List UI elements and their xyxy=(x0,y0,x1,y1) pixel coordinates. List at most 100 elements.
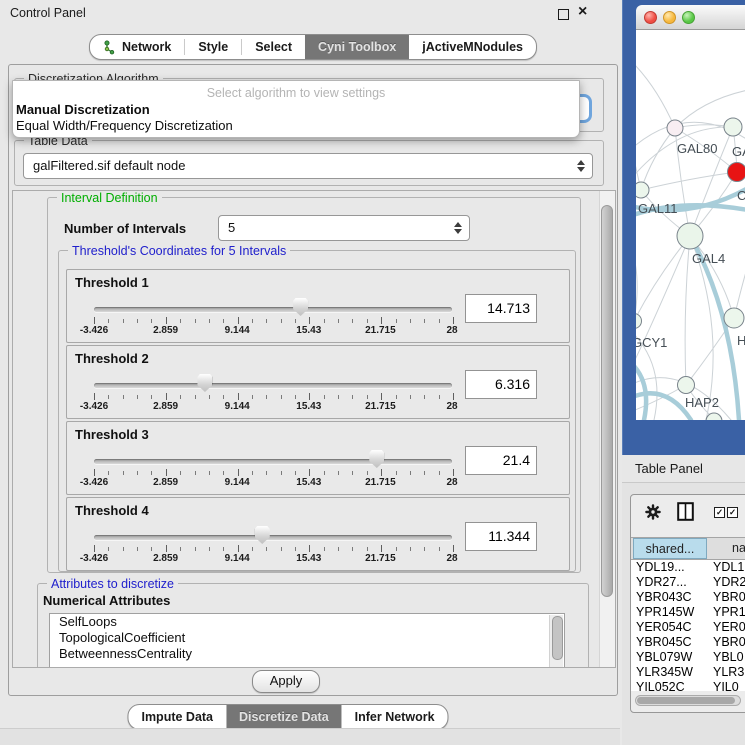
tick-mark xyxy=(453,393,454,400)
tab-label: Cyni Toolbox xyxy=(318,40,396,54)
threshold-slider-thumb[interactable] xyxy=(255,526,270,544)
tick-mark xyxy=(266,471,267,475)
tick-mark xyxy=(381,545,382,552)
tick-mark xyxy=(238,545,239,552)
tick-mark xyxy=(151,547,152,551)
threshold-value-field[interactable]: 21.4 xyxy=(465,446,537,475)
network-node[interactable] xyxy=(728,163,745,182)
threshold-slider-thumb[interactable] xyxy=(197,374,212,392)
tick-mark xyxy=(309,317,310,324)
table-row[interactable]: YBR043CYBR0 xyxy=(631,590,745,605)
column-header-name[interactable]: na xyxy=(708,538,745,559)
threshold-value-field[interactable]: 6.316 xyxy=(465,370,537,399)
cell-name: YDR2 xyxy=(713,575,745,590)
num-intervals-label: Number of Intervals xyxy=(64,221,186,236)
zoom-window-icon[interactable] xyxy=(682,11,695,24)
tick-mark xyxy=(410,319,411,323)
network-node[interactable] xyxy=(636,182,649,198)
tick-label: -3.426 xyxy=(80,477,108,488)
attribute-item[interactable]: BetweennessCentrality xyxy=(50,646,564,662)
tab-cyni-toolbox[interactable]: Cyni Toolbox xyxy=(305,35,409,59)
threshold-slider-track[interactable] xyxy=(94,307,452,312)
table-row[interactable]: YDL19...YDL1 xyxy=(631,560,745,575)
tick-mark xyxy=(123,547,124,551)
tick-mark xyxy=(108,395,109,399)
network-view-canvas[interactable]: GAL80GAGAL11CGAL4GCY1HHAP2 xyxy=(636,30,745,420)
tick-mark xyxy=(381,317,382,324)
threshold-value-field[interactable]: 14.713 xyxy=(465,294,537,323)
tick-mark xyxy=(396,471,397,475)
minimize-window-icon[interactable] xyxy=(663,11,676,24)
threshold-slider-track[interactable] xyxy=(94,459,452,464)
network-node[interactable] xyxy=(667,120,683,136)
tab-style[interactable]: Style xyxy=(185,35,241,59)
threshold-slider-thumb[interactable] xyxy=(293,298,308,316)
table-settings-button[interactable] xyxy=(645,504,661,520)
numerical-attributes-list[interactable]: SelfLoopsTopologicalCoefficientBetweenne… xyxy=(49,613,565,668)
tick-mark xyxy=(123,471,124,475)
table-data-combobox[interactable]: galFiltered.sif default node xyxy=(23,153,593,179)
tick-mark xyxy=(352,319,353,323)
column-layout-button[interactable] xyxy=(677,502,694,521)
network-node[interactable] xyxy=(678,377,695,394)
num-intervals-combobox[interactable]: 5 xyxy=(218,215,470,241)
cell-name: YLR3 xyxy=(713,665,744,680)
table-row[interactable]: YDR27...YDR2 xyxy=(631,575,745,590)
settings-scrollbar-thumb[interactable] xyxy=(601,205,613,597)
tick-mark xyxy=(151,319,152,323)
dropdown-option-equal-width-frequency-discretization[interactable]: Equal Width/Frequency Discretization xyxy=(13,118,579,134)
network-node[interactable] xyxy=(677,223,703,249)
tab-select[interactable]: Select xyxy=(242,35,305,59)
tick-mark xyxy=(352,547,353,551)
tick-label: 9.144 xyxy=(225,325,250,336)
spinner-icon xyxy=(454,222,462,234)
network-node[interactable] xyxy=(636,314,642,329)
network-node-labels: GAL80GAGAL11CGAL4GCY1HHAP2 xyxy=(636,141,745,410)
close-window-icon[interactable] xyxy=(644,11,657,24)
table-row[interactable]: YIL052CYIL0 xyxy=(631,680,745,691)
attributes-scrollbar[interactable] xyxy=(549,615,563,668)
network-node-label: GA xyxy=(732,144,745,159)
table-row[interactable]: YLR345WYLR3 xyxy=(631,665,745,680)
table-row[interactable]: YER054CYER0 xyxy=(631,620,745,635)
cell-name: YBR0 xyxy=(713,635,745,650)
bottom-tab-discretize-data[interactable]: Discretize Data xyxy=(226,705,342,729)
network-window-titlebar[interactable] xyxy=(636,5,745,30)
column-header-shared-name[interactable]: shared... xyxy=(633,538,707,559)
attribute-item[interactable]: SelfLoops xyxy=(50,614,564,630)
threshold-slider-thumb[interactable] xyxy=(369,450,384,468)
network-graph[interactable]: GAL80GAGAL11CGAL4GCY1HHAP2 xyxy=(636,30,745,420)
tick-mark xyxy=(252,471,253,475)
table-row[interactable]: YBR045CYBR0 xyxy=(631,635,745,650)
network-node[interactable] xyxy=(724,308,744,328)
table-row[interactable]: YBL079WYBL0 xyxy=(631,650,745,665)
tick-label: 2.859 xyxy=(153,325,178,336)
close-icon[interactable]: × xyxy=(578,3,587,21)
cell-shared-name: YPR145W xyxy=(636,605,694,620)
attribute-item[interactable]: TopologicalCoefficient xyxy=(50,630,564,646)
tick-label: 15.43 xyxy=(296,477,321,488)
table-horizontal-scrollbar[interactable] xyxy=(635,695,741,706)
bottom-tab-infer-network[interactable]: Infer Network xyxy=(342,705,448,729)
checkbox-icon[interactable]: ✓ xyxy=(714,507,725,518)
bottom-tab-impute-data[interactable]: Impute Data xyxy=(128,705,226,729)
tab-network[interactable]: Network xyxy=(90,35,184,59)
threshold-value-field[interactable]: 11.344 xyxy=(465,522,537,551)
checkbox-icon[interactable]: ✓ xyxy=(727,507,738,518)
tab-jactivemnodules[interactable]: jActiveMNodules xyxy=(409,35,536,59)
table-header-row: shared... na xyxy=(631,537,745,560)
float-window-icon[interactable] xyxy=(558,9,569,20)
network-node[interactable] xyxy=(724,118,742,136)
tab-label: Network xyxy=(122,40,171,54)
dropdown-option-manual-discretization[interactable]: Manual Discretization xyxy=(13,102,579,118)
attributes-scrollbar-thumb[interactable] xyxy=(552,616,563,660)
settings-scrollbar[interactable] xyxy=(599,191,615,667)
table-row[interactable]: YPR145WYPR1 xyxy=(631,605,745,620)
cell-name: YER0 xyxy=(713,620,745,635)
tick-mark xyxy=(424,395,425,399)
threshold-slider-track[interactable] xyxy=(94,535,452,540)
threshold-label: Threshold 2 xyxy=(75,351,149,366)
table-scrollbar-thumb[interactable] xyxy=(637,697,735,704)
apply-button[interactable]: Apply xyxy=(252,670,320,693)
threshold-slider-track[interactable] xyxy=(94,383,452,388)
